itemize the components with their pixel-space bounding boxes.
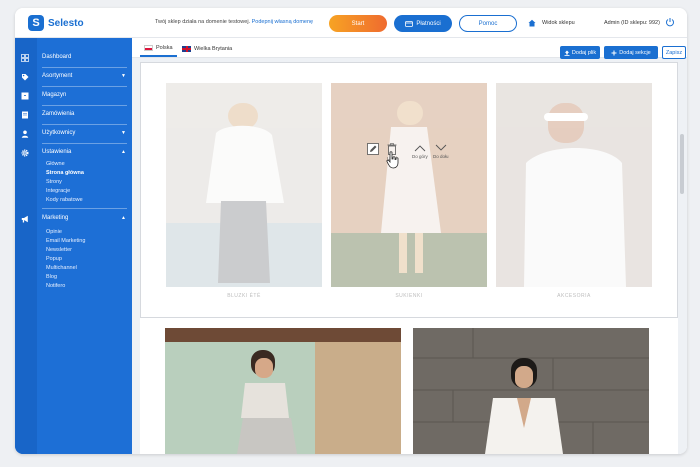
upload-label: Dodaj plik xyxy=(571,49,597,56)
chevron-up-icon: ▲ xyxy=(121,215,126,221)
logo[interactable]: S Selesto xyxy=(28,15,84,31)
chevron-down-icon: ▼ xyxy=(121,130,126,136)
category-image-bluzki xyxy=(166,83,322,287)
megaphone-icon xyxy=(21,215,28,223)
home-icon[interactable] xyxy=(528,19,536,27)
sidebar-item-asortyment[interactable]: Asortyment ▼ xyxy=(15,68,132,86)
help-button[interactable]: Pomoc xyxy=(459,15,517,32)
category-gallery-section[interactable]: BLUZKI ÉTÉ SUKIENKI AKCESORIA Do góry Do… xyxy=(140,62,678,318)
upload-icon xyxy=(564,50,570,56)
chevron-up-icon: ▲ xyxy=(121,149,126,155)
category-caption: SUKIENKI xyxy=(395,293,423,299)
submenu-item-strony[interactable]: Strony xyxy=(46,179,62,185)
move-down-label: Do dołu xyxy=(433,154,449,159)
hand-cursor-icon xyxy=(386,151,399,169)
sidebar-item-label: Ustawienia xyxy=(42,149,72,155)
admin-label: Admin (ID sklepu: 992) xyxy=(604,20,660,26)
help-label: Pomoc xyxy=(478,20,498,27)
scrollbar-thumb[interactable] xyxy=(680,134,684,194)
grid-icon xyxy=(21,54,29,62)
sidebar-divider xyxy=(42,208,127,209)
sidebar-item-label: Użytkownicy xyxy=(42,130,76,136)
connect-domain-link[interactable]: Podepnij własną domenę xyxy=(252,19,313,25)
payments-button[interactable]: Płatności xyxy=(394,15,452,32)
start-label: Start xyxy=(351,20,365,27)
tab-label: Wielka Brytania xyxy=(194,46,233,52)
sidebar-item-label: Magazyn xyxy=(42,92,67,98)
submenu-item-popup[interactable]: Popup xyxy=(46,256,62,262)
submenu-item-multichannel[interactable]: Multichannel xyxy=(46,265,77,271)
submenu-item-blog[interactable]: Blog xyxy=(46,274,57,280)
shop-view-link[interactable]: Widok sklepu xyxy=(542,20,575,26)
chevron-down-icon xyxy=(435,144,447,151)
sidebar-item-marketing[interactable]: Marketing ▲ xyxy=(15,210,132,228)
submenu-item-email-marketing[interactable]: Email Marketing xyxy=(46,238,85,244)
sidebar-item-label: Asortyment xyxy=(42,73,73,79)
power-icon[interactable] xyxy=(665,17,675,27)
user-icon xyxy=(21,130,29,138)
edit-tool[interactable] xyxy=(367,143,379,155)
move-up-label: Do góry xyxy=(412,154,428,159)
card-icon xyxy=(405,20,414,27)
sidebar: Dashboard Asortyment ▼ Magazyn Zamówieni… xyxy=(15,38,132,454)
save-label: Zapisz xyxy=(665,49,683,56)
box-icon xyxy=(21,92,29,100)
submenu-item-notifero[interactable]: Notifero xyxy=(46,283,65,289)
flag-pl-icon xyxy=(144,45,153,51)
sidebar-item-label: Zamówienia xyxy=(42,111,75,117)
top-bar: S Selesto Twój sklep działa na domenie t… xyxy=(15,8,687,38)
upload-file-button[interactable]: Dodaj plik xyxy=(560,46,600,59)
page-preview: BLUZKI ÉTÉ SUKIENKI AKCESORIA Do góry Do… xyxy=(140,62,678,454)
start-button[interactable]: Start xyxy=(329,15,387,32)
banner-image-right xyxy=(413,328,649,454)
chevron-down-icon: ▼ xyxy=(121,73,126,79)
tab-wielka-brytania[interactable]: Wielka Brytania xyxy=(178,41,236,57)
category-caption: BLUZKI ÉTÉ xyxy=(227,293,261,299)
domain-notice-text: Twój sklep działa na domenie testowej. xyxy=(155,19,251,25)
sidebar-item-uzytkownicy[interactable]: Użytkownicy ▼ xyxy=(15,125,132,143)
main-content: Polska Wielka Brytania Dodaj plik Dodaj … xyxy=(132,38,687,454)
plus-icon xyxy=(611,50,617,55)
tab-label: Polska xyxy=(156,45,173,51)
document-icon xyxy=(22,111,28,119)
sidebar-item-dashboard[interactable]: Dashboard xyxy=(15,49,132,67)
tab-polska[interactable]: Polska xyxy=(140,41,177,57)
payments-label: Płatności xyxy=(416,20,441,27)
move-down-tool[interactable]: Do dołu xyxy=(433,143,449,159)
category-image-akcesoria xyxy=(496,83,652,287)
add-section-label: Dodaj sekcje xyxy=(619,49,651,56)
banner-image-left xyxy=(165,328,401,454)
add-section-button[interactable]: Dodaj sekcje xyxy=(604,46,658,59)
submenu-item-glowne[interactable]: Główne xyxy=(46,161,65,167)
logo-mark: S xyxy=(28,15,44,31)
app-window: S Selesto Twój sklep działa na domenie t… xyxy=(15,8,687,454)
submenu-item-strona-glowna[interactable]: Strona główna xyxy=(46,170,84,176)
save-button[interactable]: Zapisz xyxy=(662,46,686,59)
sidebar-item-label: Marketing xyxy=(42,215,69,221)
submenu-item-kody-rabatowe[interactable]: Kody rabatowe xyxy=(46,197,83,203)
move-up-tool[interactable]: Do góry xyxy=(412,143,428,159)
submenu-item-integracje[interactable]: Integracje xyxy=(46,188,70,194)
domain-notice: Twój sklep działa na domenie testowej. P… xyxy=(155,19,313,25)
sidebar-item-ustawienia[interactable]: Ustawienia ▲ xyxy=(15,144,132,162)
sidebar-item-zamowienia[interactable]: Zamówienia xyxy=(15,106,132,124)
scrollbar[interactable] xyxy=(679,64,685,452)
submenu-item-newsletter[interactable]: Newsletter xyxy=(46,247,72,253)
sidebar-item-label: Dashboard xyxy=(42,54,72,60)
edit-icon xyxy=(367,143,379,155)
flag-gb-icon xyxy=(182,46,191,52)
sidebar-item-magazyn[interactable]: Magazyn xyxy=(15,87,132,105)
tag-icon xyxy=(22,74,29,81)
logo-text: Selesto xyxy=(48,17,84,29)
chevron-up-icon xyxy=(414,145,426,152)
gear-icon xyxy=(21,149,29,157)
category-caption: AKCESORIA xyxy=(557,293,591,299)
category-image-sukienki xyxy=(331,83,487,287)
submenu-item-opinie[interactable]: Opinie xyxy=(46,229,62,235)
